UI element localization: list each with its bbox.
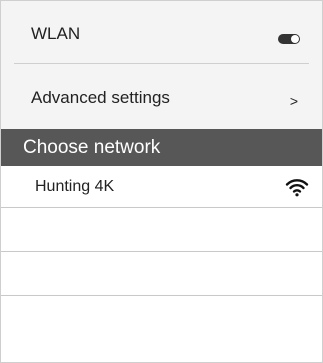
advanced-settings-row[interactable]: Advanced settings >: [1, 63, 322, 129]
settings-panel: WLAN Advanced settings >: [1, 1, 322, 129]
network-item[interactable]: Hunting 4K: [1, 166, 322, 208]
wlan-settings-screen: WLAN Advanced settings > Choose network …: [0, 0, 323, 363]
toggle-knob: [291, 35, 299, 43]
network-list: Hunting 4K: [1, 166, 322, 296]
choose-network-header: Choose network: [1, 129, 322, 166]
chevron-right-icon: >: [289, 93, 298, 109]
wlan-row[interactable]: WLAN: [1, 1, 322, 63]
wifi-icon: [285, 178, 309, 196]
empty-list-row: [1, 208, 322, 252]
advanced-settings-label: Advanced settings: [31, 88, 170, 107]
network-name: Hunting 4K: [35, 177, 115, 195]
wlan-toggle[interactable]: [278, 34, 300, 44]
empty-list-row: [1, 252, 322, 296]
wlan-label: WLAN: [31, 24, 81, 43]
